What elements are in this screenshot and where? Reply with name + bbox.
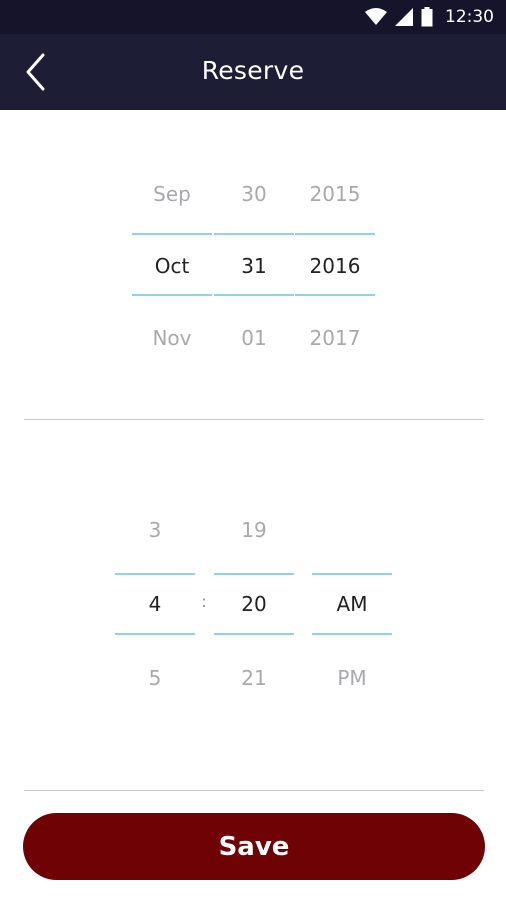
year-next[interactable]: 2017 (295, 326, 375, 350)
time-separator: : (201, 592, 207, 611)
year-picker[interactable]: 2015 2016 2017 (295, 150, 375, 370)
selection-line-top (312, 573, 392, 575)
hour-next[interactable]: 5 (115, 666, 195, 690)
minute-prev[interactable]: 19 (214, 518, 294, 542)
section-divider (24, 419, 484, 420)
hour-picker[interactable]: 3 4 5 (115, 490, 195, 710)
minute-next[interactable]: 21 (214, 666, 294, 690)
page-title: Reserve (201, 56, 305, 85)
status-icons: 12:30 (365, 6, 494, 28)
status-bar: 12:30 (0, 0, 506, 34)
selection-line-top (214, 573, 294, 575)
selection-line-bottom (214, 633, 294, 635)
chevron-left-icon (26, 53, 45, 91)
wifi-icon (365, 8, 387, 25)
app-bar: Reserve (0, 34, 506, 110)
selection-line-top (132, 233, 212, 235)
month-prev[interactable]: Sep (132, 182, 212, 206)
year-selected[interactable]: 2016 (295, 254, 375, 278)
day-prev[interactable]: 30 (214, 182, 294, 206)
selection-line-top (295, 233, 375, 235)
day-selected[interactable]: 31 (214, 254, 294, 278)
month-selected[interactable]: Oct (132, 254, 212, 278)
minute-selected[interactable]: 20 (214, 592, 294, 616)
month-next[interactable]: Nov (132, 326, 212, 350)
day-picker[interactable]: 30 31 01 (214, 150, 294, 370)
year-prev[interactable]: 2015 (295, 182, 375, 206)
period-selected[interactable]: AM (312, 592, 392, 616)
selection-line-top (214, 233, 294, 235)
selection-line-bottom (312, 633, 392, 635)
selection-line-bottom (214, 294, 294, 296)
period-next[interactable]: PM (312, 666, 392, 690)
selection-line-bottom (295, 294, 375, 296)
selection-line-bottom (132, 294, 212, 296)
hour-prev[interactable]: 3 (115, 518, 195, 542)
selection-line-top (115, 573, 195, 575)
period-picker[interactable]: AM PM (312, 490, 392, 710)
save-button[interactable]: Save (23, 813, 485, 880)
minute-picker[interactable]: 19 20 21 (214, 490, 294, 710)
cell-signal-icon (395, 8, 413, 26)
back-button[interactable] (14, 48, 58, 96)
battery-icon (421, 7, 433, 27)
day-next[interactable]: 01 (214, 326, 294, 350)
section-divider (24, 790, 484, 791)
selection-line-bottom (115, 633, 195, 635)
hour-selected[interactable]: 4 (115, 592, 195, 616)
status-time: 12:30 (445, 7, 494, 27)
month-picker[interactable]: Sep Oct Nov (132, 150, 212, 370)
